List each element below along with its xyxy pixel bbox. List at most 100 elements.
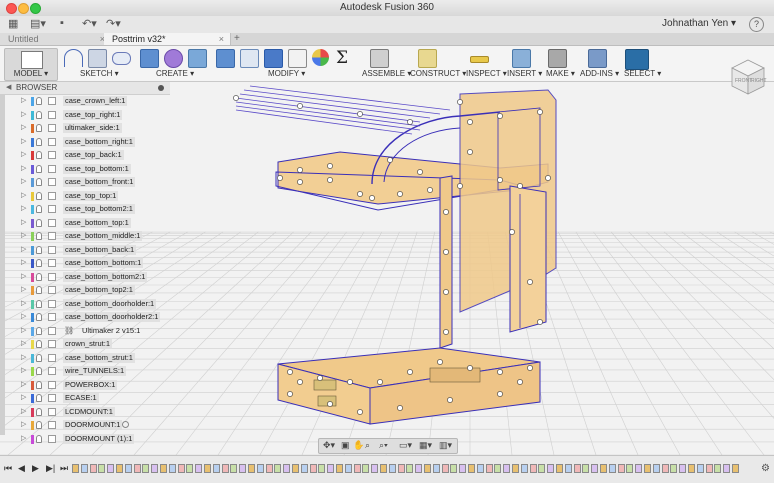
timeline-feature-icon[interactable] xyxy=(151,464,159,473)
workspace-switcher[interactable]: MODEL ▾ xyxy=(4,48,58,81)
line-sketch-icon[interactable] xyxy=(88,49,107,68)
timeline-feature-icon[interactable] xyxy=(265,464,273,473)
timeline-feature-icon[interactable] xyxy=(380,464,387,473)
timeline-feature-icon[interactable] xyxy=(468,464,475,473)
timeline-feature-icon[interactable] xyxy=(670,464,678,473)
measure-icon[interactable] xyxy=(470,56,489,63)
expand-arrow-icon[interactable]: ▷ xyxy=(21,204,26,212)
timeline-feature-icon[interactable] xyxy=(582,464,590,473)
visibility-bulb-icon[interactable] xyxy=(36,191,42,200)
inspect-menu[interactable]: INSPECT ▾ xyxy=(466,69,507,78)
browser-item[interactable]: ▷ LCDMOUNT:1 xyxy=(0,406,170,420)
grid-settings-icon[interactable]: ▦▾ xyxy=(419,440,432,451)
timeline-feature-icon[interactable] xyxy=(186,464,194,473)
timeline-feature-icon[interactable] xyxy=(142,464,150,473)
timeline-feature-icon[interactable] xyxy=(283,464,291,473)
add-ins-menu[interactable]: ADD-INS ▾ xyxy=(580,69,619,78)
expand-arrow-icon[interactable]: ▷ xyxy=(21,218,26,226)
close-window-button[interactable] xyxy=(6,3,17,14)
timeline-feature-icon[interactable] xyxy=(177,464,185,473)
arc-sketch-icon[interactable] xyxy=(64,49,83,67)
collapse-icon[interactable]: ◀ xyxy=(6,82,11,94)
appearance-icon[interactable] xyxy=(312,49,329,66)
browser-item[interactable]: ▷ POWERBOX:1 xyxy=(0,379,170,393)
expand-arrow-icon[interactable]: ▷ xyxy=(21,312,26,320)
expand-arrow-icon[interactable]: ▷ xyxy=(21,339,26,347)
visibility-bulb-icon[interactable] xyxy=(36,353,42,362)
modify-menu[interactable]: MODIFY ▾ xyxy=(268,69,305,78)
pan-icon[interactable]: ✋ xyxy=(353,440,364,451)
timeline-feature-icon[interactable] xyxy=(388,464,396,473)
press-pull-icon[interactable] xyxy=(216,49,235,68)
help-icon[interactable]: ? xyxy=(749,17,764,32)
timeline-feature-icon[interactable] xyxy=(459,464,467,473)
shell-icon[interactable] xyxy=(264,49,283,68)
expand-arrow-icon[interactable]: ▷ xyxy=(21,393,26,401)
slot-sketch-icon[interactable] xyxy=(112,52,131,65)
timeline-feature-icon[interactable] xyxy=(72,464,79,473)
browser-item[interactable]: ▷ DOORMOUNT (1):1 xyxy=(0,433,170,447)
construct-menu[interactable]: CONSTRUCT ▾ xyxy=(410,69,466,78)
expand-arrow-icon[interactable]: ▷ xyxy=(21,434,26,442)
browser-item[interactable]: ▷ case_bottom_right:1 xyxy=(0,136,170,150)
timeline-feature-icon[interactable] xyxy=(485,464,493,473)
visibility-bulb-icon[interactable] xyxy=(36,110,42,119)
timeline-feature-icon[interactable] xyxy=(204,464,211,473)
timeline-feature-icon[interactable] xyxy=(635,464,643,473)
timeline-feature-icon[interactable] xyxy=(133,464,141,473)
box-create-icon[interactable] xyxy=(140,49,159,68)
user-menu[interactable]: Johnathan Yen ▾ xyxy=(662,18,736,29)
timeline-feature-icon[interactable] xyxy=(230,464,238,473)
visibility-bulb-icon[interactable] xyxy=(36,218,42,227)
expand-arrow-icon[interactable]: ▷ xyxy=(21,110,26,118)
expand-arrow-icon[interactable]: ▷ xyxy=(21,177,26,185)
timeline-feature-icon[interactable] xyxy=(688,464,695,473)
timeline-play-icon[interactable]: ▶ xyxy=(32,463,39,474)
timeline-feature-icon[interactable] xyxy=(476,464,484,473)
insert-menu[interactable]: INSERT ▾ xyxy=(507,69,542,78)
activate-radio-icon[interactable] xyxy=(122,421,129,428)
visibility-bulb-icon[interactable] xyxy=(36,137,42,146)
timeline-feature-icon[interactable] xyxy=(591,464,599,473)
timeline-feature-icon[interactable] xyxy=(512,464,519,473)
parameters-icon[interactable]: Σ xyxy=(336,48,348,68)
browser-item[interactable]: ▷ case_bottom_front:1 xyxy=(0,176,170,190)
extrude-create-icon[interactable] xyxy=(188,49,207,68)
construct-plane-icon[interactable] xyxy=(418,49,437,68)
form-create-icon[interactable] xyxy=(164,49,183,68)
timeline-feature-icon[interactable] xyxy=(556,464,563,473)
timeline-feature-icon[interactable] xyxy=(432,464,440,473)
timeline-feature-icon[interactable] xyxy=(714,464,722,473)
expand-arrow-icon[interactable]: ▷ xyxy=(21,245,26,253)
expand-arrow-icon[interactable]: ▷ xyxy=(21,96,26,104)
timeline-feature-icon[interactable] xyxy=(679,464,687,473)
timeline-feature-icon[interactable] xyxy=(600,464,607,473)
timeline-prev-icon[interactable]: ◀ xyxy=(18,463,25,474)
timeline-feature-icon[interactable] xyxy=(98,464,106,473)
timeline-feature-icon[interactable] xyxy=(661,464,669,473)
insert-image-icon[interactable] xyxy=(512,49,531,68)
expand-arrow-icon[interactable]: ▷ xyxy=(21,299,26,307)
timeline-feature-icon[interactable] xyxy=(424,464,431,473)
timeline-settings-icon[interactable]: ⚙ xyxy=(761,463,770,474)
browser-item[interactable]: ▷ ⛓ Ultimaker 2 v15:1 xyxy=(0,325,170,339)
timeline-feature-icon[interactable] xyxy=(415,464,423,473)
timeline-feature-icon[interactable] xyxy=(441,464,449,473)
timeline-feature-icon[interactable] xyxy=(327,464,335,473)
browser-item[interactable]: ▷ case_crown_left:1 xyxy=(0,95,170,109)
select-menu[interactable]: SELECT ▾ xyxy=(624,69,661,78)
joint-icon[interactable] xyxy=(370,49,389,68)
create-menu[interactable]: CREATE ▾ xyxy=(156,69,194,78)
expand-arrow-icon[interactable]: ▷ xyxy=(21,137,26,145)
browser-item[interactable]: ▷ case_bottom_doorholder:1 xyxy=(0,298,170,312)
grid-icon[interactable]: ▦ xyxy=(8,17,18,30)
visibility-bulb-icon[interactable] xyxy=(36,124,42,132)
timeline-feature-icon[interactable] xyxy=(626,464,634,473)
timeline-feature-icon[interactable] xyxy=(116,464,123,473)
scripts-icon[interactable] xyxy=(588,49,607,68)
timeline-feature-icon[interactable] xyxy=(397,464,405,473)
expand-arrow-icon[interactable]: ▷ xyxy=(21,285,26,293)
visibility-bulb-icon[interactable] xyxy=(36,313,42,321)
visibility-bulb-icon[interactable] xyxy=(36,286,42,294)
zoom-icon[interactable]: ⌕ xyxy=(365,440,370,451)
